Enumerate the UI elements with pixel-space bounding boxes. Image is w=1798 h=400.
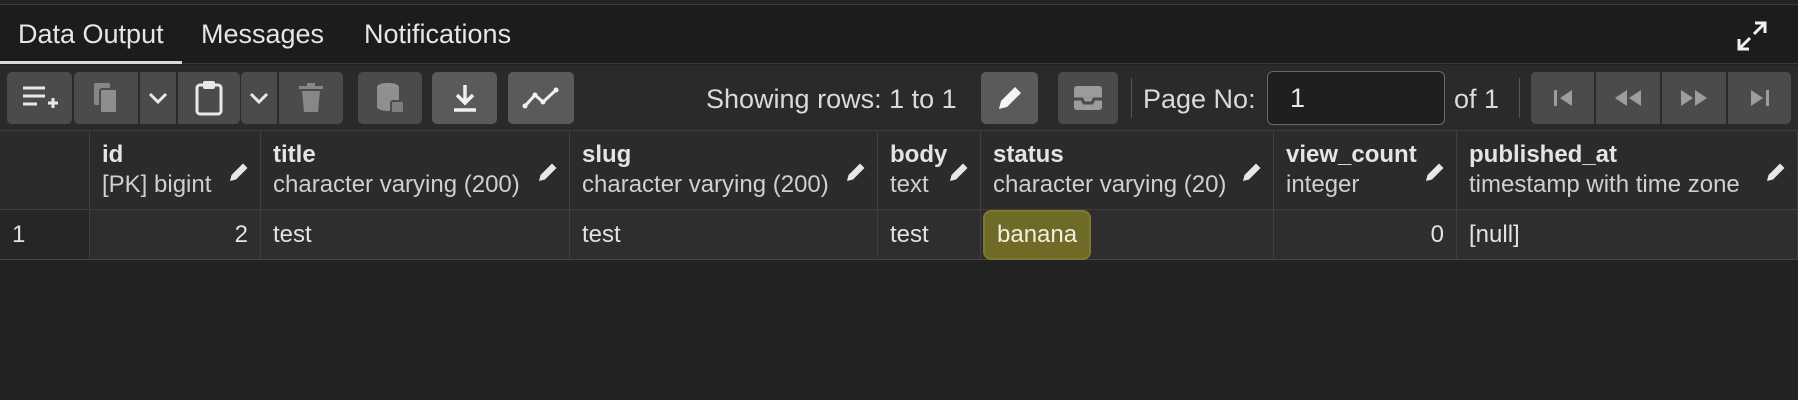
column-header-published-at[interactable]: published_at timestamp with time zone <box>1457 131 1798 210</box>
pencil-icon[interactable] <box>1241 161 1263 183</box>
column-type: character varying (200) <box>273 171 520 198</box>
row-number-header[interactable] <box>0 131 90 210</box>
column-header-id[interactable]: id [PK] bigint <box>90 131 261 210</box>
fast-forward-icon <box>1681 90 1707 106</box>
column-name: id <box>102 141 124 168</box>
copy-button[interactable] <box>74 72 138 124</box>
first-page-button[interactable] <box>1531 72 1594 124</box>
inbox-button[interactable] <box>1058 72 1118 124</box>
pagination-group <box>1531 72 1791 124</box>
tab-notifications[interactable]: Notifications <box>346 5 529 64</box>
save-data-button[interactable] <box>358 72 422 124</box>
previous-page-button[interactable] <box>1596 72 1660 124</box>
column-type: timestamp with time zone <box>1469 171 1740 198</box>
paste-button[interactable] <box>178 72 240 124</box>
data-output-panel: Data Output Messages Notifications Showi… <box>0 0 1798 400</box>
last-page-icon <box>1750 90 1769 106</box>
pencil-icon[interactable] <box>845 161 867 183</box>
copy-options-dropdown[interactable] <box>140 72 176 124</box>
column-name: published_at <box>1469 141 1618 168</box>
row-number[interactable]: 1 <box>0 210 90 260</box>
edited-value-highlight: banana <box>985 212 1090 258</box>
add-row-icon <box>22 86 58 108</box>
column-header-body[interactable]: body text <box>878 131 981 210</box>
table-cell-published-at[interactable]: [null] <box>1457 210 1798 260</box>
table-cell-body[interactable]: test <box>878 210 981 260</box>
table-cell-id[interactable]: 2 <box>90 210 261 260</box>
clipboard-icon <box>195 81 223 116</box>
pencil-icon[interactable] <box>1424 161 1446 183</box>
download-button[interactable] <box>432 72 497 124</box>
column-name: status <box>993 141 1064 168</box>
table-cell-status[interactable]: banana <box>981 210 1274 260</box>
column-type: [PK] bigint <box>102 171 212 198</box>
column-type: integer <box>1286 171 1360 198</box>
tab-bar: Data Output Messages Notifications <box>0 4 1798 64</box>
copy-icon <box>94 83 118 114</box>
rewind-icon <box>1615 90 1641 106</box>
column-name: view_count <box>1286 141 1417 168</box>
paste-options-dropdown[interactable] <box>241 72 277 124</box>
pencil-icon[interactable] <box>948 161 970 183</box>
tab-data-output[interactable]: Data Output <box>0 5 182 64</box>
page-number-label: Page No: <box>1143 84 1256 114</box>
download-icon <box>453 85 476 112</box>
column-header-title[interactable]: title character varying (200) <box>261 131 570 210</box>
pencil-icon[interactable] <box>537 161 559 183</box>
pencil-icon[interactable] <box>1765 161 1787 183</box>
column-type: character varying (200) <box>582 171 829 198</box>
chevron-down-icon <box>148 92 168 105</box>
rows-count-label: Showing rows: 1 to 1 <box>706 84 957 114</box>
edit-rows-button[interactable] <box>981 72 1038 124</box>
last-page-button[interactable] <box>1728 72 1791 124</box>
column-header-view-count[interactable]: view_count integer <box>1274 131 1457 210</box>
chevron-down-icon <box>249 92 269 105</box>
table-cell-title[interactable]: test <box>261 210 570 260</box>
graph-visualiser-button[interactable] <box>508 72 574 124</box>
add-row-button[interactable] <box>7 72 72 124</box>
column-header-slug[interactable]: slug character varying (200) <box>570 131 878 210</box>
column-type: character varying (20) <box>993 171 1227 198</box>
next-page-button[interactable] <box>1662 72 1726 124</box>
column-name: slug <box>582 141 632 168</box>
table-cell-slug[interactable]: test <box>570 210 878 260</box>
first-page-icon <box>1553 90 1572 106</box>
database-save-icon <box>377 83 405 114</box>
column-name: title <box>273 141 316 168</box>
line-chart-icon <box>522 87 559 109</box>
copy-button-group <box>74 72 240 124</box>
delete-button[interactable] <box>279 72 343 124</box>
table-cell-view-count[interactable]: 0 <box>1274 210 1457 260</box>
inbox-icon <box>1074 86 1102 110</box>
paste-group <box>241 72 343 124</box>
pencil-icon[interactable] <box>228 161 250 183</box>
expand-icon[interactable] <box>1736 20 1768 52</box>
pencil-icon <box>998 87 1021 109</box>
tab-messages[interactable]: Messages <box>183 5 342 64</box>
page-number-input[interactable] <box>1267 71 1445 125</box>
trash-icon <box>299 83 323 112</box>
page-total-label: of 1 <box>1454 84 1500 114</box>
column-header-status[interactable]: status character varying (20) <box>981 131 1274 210</box>
